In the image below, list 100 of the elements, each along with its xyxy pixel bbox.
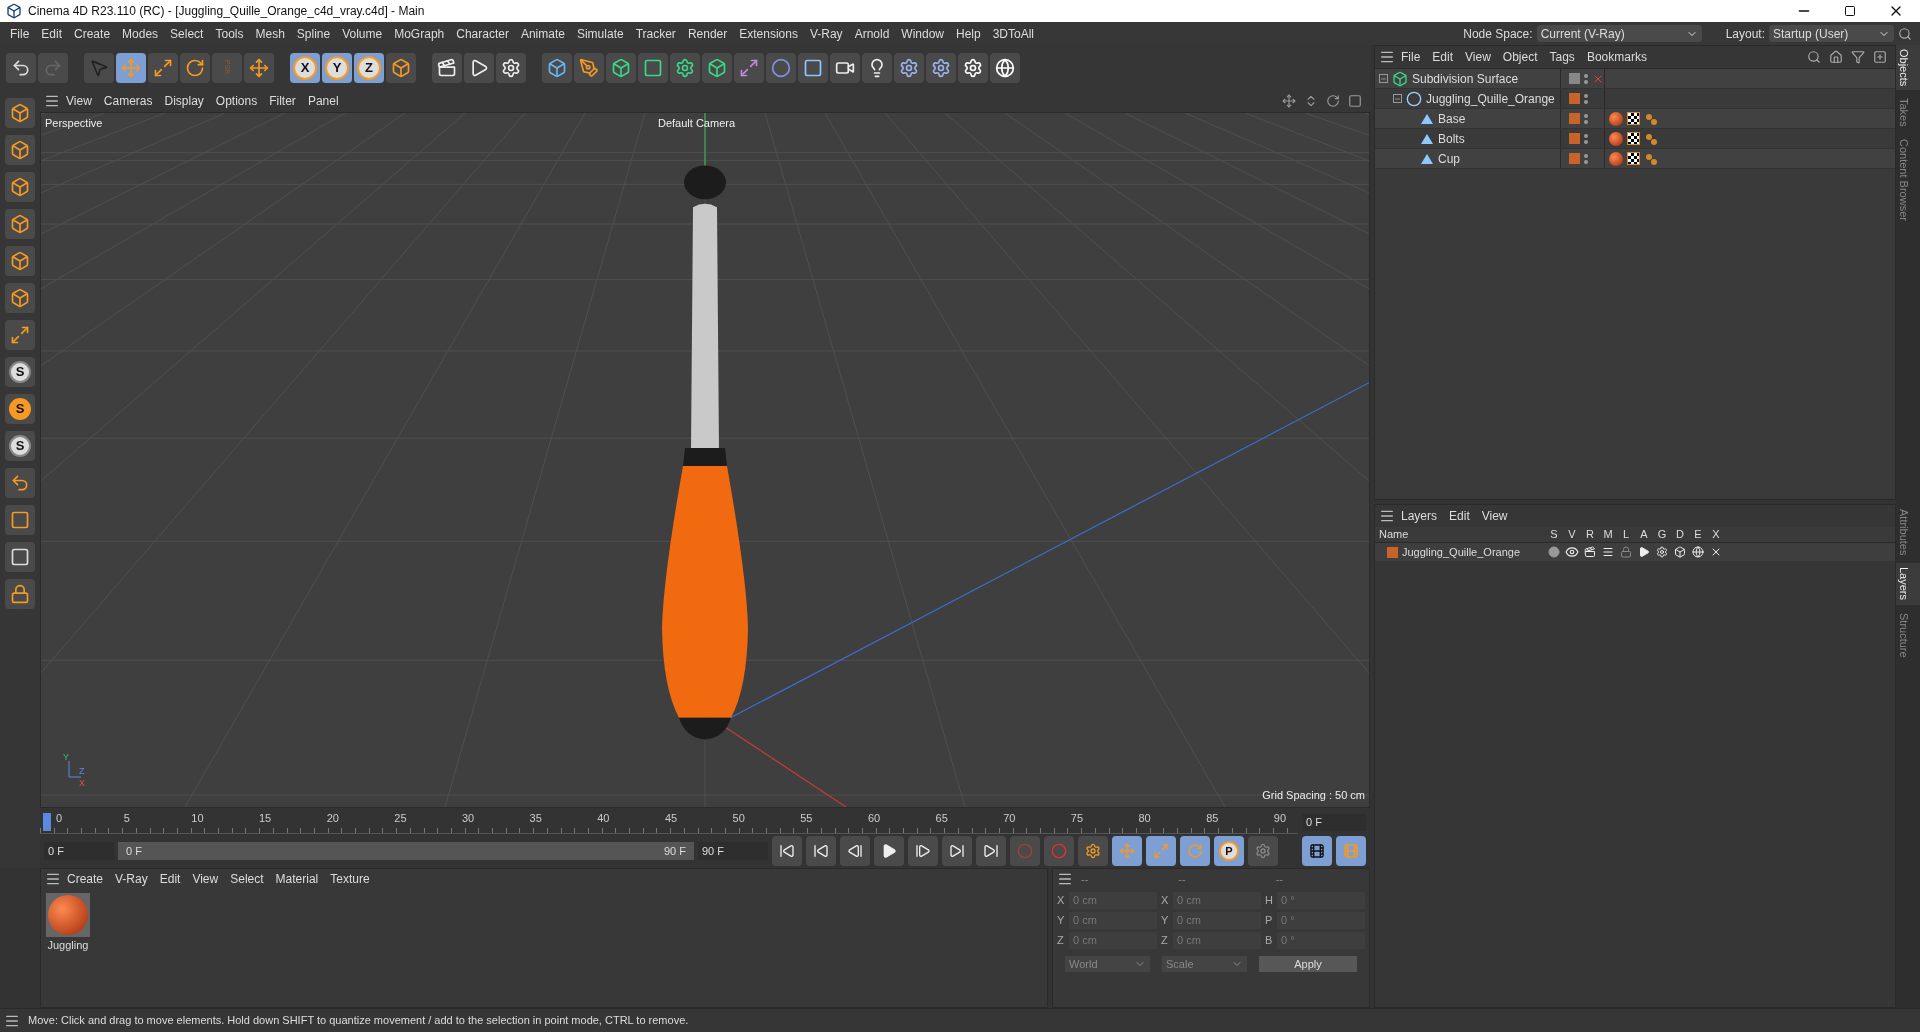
material-tag-icon[interactable] [1609,131,1623,146]
home-icon[interactable] [1829,50,1843,64]
current-frame-field[interactable]: 0 F [1302,814,1366,831]
menu-item[interactable]: Edit [153,870,187,888]
globe-button[interactable] [990,52,1020,83]
menu-item[interactable]: Options [209,92,264,110]
render-settings-button[interactable] [496,52,526,83]
cube-button[interactable] [542,52,572,83]
menu-item[interactable]: Help [950,24,987,43]
pen-button[interactable] [574,52,604,83]
material-name[interactable]: Juggling [47,937,89,954]
object-name[interactable]: Base [1438,109,1466,128]
python-button[interactable] [926,52,956,83]
search-icon[interactable] [1807,50,1821,64]
menu-item[interactable]: Arnold [848,24,896,43]
apply-button[interactable]: Apply [1259,956,1357,972]
visibility-dots-icon[interactable] [1584,113,1588,124]
menu-item[interactable]: Bookmarks [1580,48,1653,66]
layout-dropdown[interactable]: Startup (User) [1769,25,1894,42]
side-tab[interactable]: Objects [1896,45,1920,91]
checker-tag-icon[interactable] [1627,132,1640,145]
clapperboard-icon[interactable] [1584,546,1596,558]
menu-item[interactable]: View [60,92,98,110]
mode-button[interactable] [5,246,35,276]
go-to-start-button[interactable] [772,836,802,866]
play-button[interactable] [874,836,904,866]
column-header[interactable]: G [1653,526,1671,543]
layer-color-swatch[interactable] [1569,113,1580,124]
side-tab[interactable]: Layers [1896,563,1920,605]
material-tag-icon[interactable] [1609,111,1623,126]
move-tool-button[interactable] [116,52,146,83]
rotate-tool-button[interactable] [180,52,210,83]
menu-item[interactable]: View [186,870,225,888]
menu-item[interactable]: Tags [1543,48,1581,66]
menu-item[interactable]: File [4,24,36,43]
checker-tag-icon[interactable] [1627,152,1640,165]
badge-button[interactable] [958,52,988,83]
cloner-button[interactable] [702,52,732,83]
dots-tag-icon[interactable] [1644,151,1658,166]
checker-tag-icon[interactable] [1627,112,1640,125]
menu-item[interactable]: Volume [336,24,389,43]
node-space-dropdown[interactable]: Current (V-Ray) [1536,25,1702,42]
menu-icon[interactable] [44,93,60,109]
menu-item[interactable]: Edit [1443,507,1476,525]
column-header[interactable]: E [1689,526,1707,543]
menu-item[interactable]: Filter [263,92,302,110]
pan-icon[interactable] [1282,94,1296,108]
layer-color-swatch[interactable] [1387,546,1398,558]
visibility-dots-icon[interactable] [1584,93,1588,104]
python-button[interactable] [894,52,924,83]
menu-item[interactable]: Create [68,24,117,43]
column-header[interactable]: M [1599,526,1617,543]
timeline-button[interactable] [1302,836,1332,866]
subdivision-button[interactable] [606,52,636,83]
mode-button[interactable] [5,98,35,128]
menu-item[interactable]: Texture [324,870,376,888]
menu-item[interactable]: MoGraph [388,24,451,43]
material-tag-icon[interactable] [1609,151,1623,166]
magnet-button[interactable] [5,468,35,498]
axis-lock-button[interactable]: Y [322,52,352,83]
x-icon[interactable] [1710,546,1722,558]
extrude-button[interactable] [638,52,668,83]
side-tab[interactable]: Attributes [1896,505,1920,560]
menu-item[interactable]: Tools [209,24,250,43]
menu-item[interactable]: Spline [290,24,337,43]
column-header[interactable]: A [1635,526,1653,543]
side-tab[interactable]: Content Browser [1896,135,1920,225]
menu-item[interactable]: Display [158,92,210,110]
render-button[interactable] [464,52,494,83]
menu-icon[interactable] [1379,49,1395,65]
next-frame-button[interactable] [908,836,938,866]
menu-item[interactable]: Modes [116,24,165,43]
field-button[interactable] [766,52,796,83]
point-level-button[interactable] [1248,836,1278,866]
object-name[interactable]: Subdivision Surface [1412,69,1519,88]
object-name[interactable]: Juggling_Quille_Orange [1426,89,1555,108]
visibility-dots-icon[interactable] [1584,133,1588,144]
collapse-icon[interactable] [1379,74,1388,83]
dots-tag-icon[interactable] [1644,131,1658,146]
column-header[interactable]: R [1581,526,1599,543]
menu-item[interactable]: View [1475,507,1514,525]
menu-item[interactable]: Select [224,870,270,888]
column-header[interactable]: S [1545,526,1563,543]
previous-frame-button[interactable] [840,836,870,866]
maximize-view-icon[interactable] [1348,94,1362,108]
snap-button[interactable]: S [5,394,35,424]
search-icon[interactable] [1898,26,1912,41]
menu-item[interactable]: Layers [1395,507,1444,525]
menu-item[interactable]: Object [1496,48,1544,66]
dots-tag-icon[interactable] [1644,111,1658,126]
menu-item[interactable]: Edit [1426,48,1460,66]
camera-button[interactable] [830,52,860,83]
enable-toggle-icon[interactable] [1569,73,1580,84]
layer-color-swatch[interactable] [1569,153,1580,164]
menu-item[interactable]: 3DToAll [986,24,1041,43]
maximize-icon[interactable] [1844,5,1856,17]
end-frame-field[interactable]: 90 F [698,842,768,860]
layer-color-swatch[interactable] [1569,93,1580,104]
floor-button[interactable] [798,52,828,83]
menu-item[interactable]: Select [164,24,210,43]
